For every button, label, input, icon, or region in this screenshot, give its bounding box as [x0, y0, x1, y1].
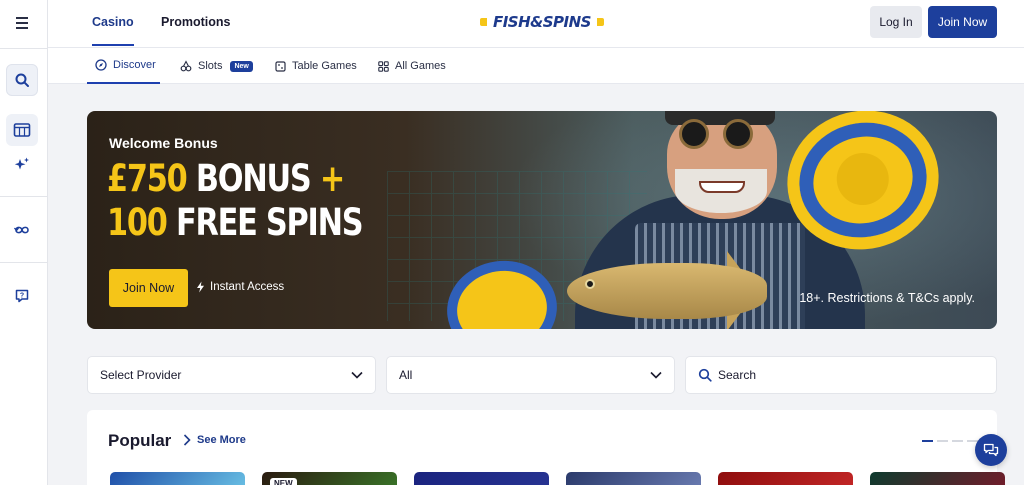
instant-access: Instant Access: [196, 281, 284, 293]
terms-text: 18+. Restrictions & T&Cs apply.: [799, 291, 975, 305]
help-icon: ?: [15, 289, 29, 303]
welcome-bonus-banner[interactable]: Welcome Bonus £750 BONUS + 100 FREE SPIN…: [87, 111, 997, 329]
category-select-value: All: [399, 368, 413, 382]
chevron-down-icon: [351, 371, 363, 379]
sidebar-help-button[interactable]: ?: [6, 280, 38, 312]
carousel-dot[interactable]: [922, 440, 933, 442]
chevron-right-icon: [183, 434, 191, 446]
see-more-link[interactable]: See More: [183, 434, 246, 446]
game-thumbnail[interactable]: [870, 472, 1005, 485]
carousel-dot[interactable]: [952, 440, 963, 442]
subnav-label: All Games: [395, 60, 446, 72]
subnav-label: Discover: [113, 59, 156, 71]
game-thumbnail[interactable]: [566, 472, 701, 485]
banner-headline-line1: £750 BONUS +: [107, 157, 345, 200]
sidebar-recent-button[interactable]: [6, 214, 38, 246]
free-spins-word: FREE SPINS: [175, 201, 364, 244]
chip-emblem: [831, 147, 895, 211]
join-now-button[interactable]: Join Now: [928, 6, 997, 38]
banner-eyebrow: Welcome Bonus: [109, 135, 218, 151]
svg-text:?: ?: [20, 293, 24, 300]
left-sidebar: ?: [0, 0, 48, 485]
login-button[interactable]: Log In: [870, 6, 922, 38]
chat-button[interactable]: [975, 434, 1007, 466]
new-badge: New: [230, 60, 253, 72]
section-title: Popular: [108, 431, 172, 450]
table-icon: [275, 60, 286, 72]
spins-count: 100: [107, 201, 168, 244]
sunglasses-image: [723, 119, 753, 149]
sparkle-icon: [14, 157, 29, 170]
banner-join-now-button[interactable]: Join Now: [109, 269, 188, 307]
fish-eye-image: [585, 279, 595, 289]
lightning-icon: [197, 281, 204, 293]
slot-machine-icon: [13, 123, 31, 137]
new-badge: NEW: [270, 478, 297, 485]
game-search-input[interactable]: Search: [685, 356, 997, 394]
fish-image: [567, 263, 767, 319]
game-thumbnail[interactable]: NEW: [262, 472, 397, 485]
subnav-label: Slots: [198, 60, 223, 72]
subnav-item-discover[interactable]: Discover: [87, 48, 160, 84]
search-icon: [15, 73, 29, 87]
carousel-dot[interactable]: [937, 440, 948, 442]
provider-select[interactable]: Select Provider: [87, 356, 376, 394]
provider-select-value: Select Provider: [100, 368, 182, 382]
subnav-item-slots[interactable]: Slots New: [180, 48, 253, 84]
search-placeholder: Search: [718, 368, 757, 382]
instant-access-label: Instant Access: [210, 281, 285, 293]
compass-icon: [95, 59, 107, 71]
chef-smile-image: [699, 181, 745, 193]
loop-icon: [13, 226, 29, 234]
game-thumbnail[interactable]: [110, 472, 245, 485]
chevron-down-icon: [650, 371, 662, 379]
menu-icon[interactable]: [12, 12, 34, 34]
site-logo[interactable]: FISH&SPINS: [480, 10, 604, 34]
subnav-item-table-games[interactable]: Table Games: [275, 48, 357, 84]
see-more-label: See More: [197, 434, 246, 446]
banner-headline-line2: 100 FREE SPINS: [107, 201, 364, 244]
cherries-icon: [180, 60, 192, 72]
category-nav: Discover Slots New Table Games All Games: [48, 48, 1024, 84]
tab-casino[interactable]: Casino: [92, 0, 134, 46]
divider: [0, 48, 48, 49]
bonus-word: BONUS: [195, 157, 312, 200]
grid-icon: [378, 60, 389, 72]
top-header: Casino Promotions FISH&SPINS Log In Join…: [48, 0, 1024, 48]
chef-cap-image: [665, 111, 775, 125]
sidebar-new-games-button[interactable]: [6, 148, 38, 180]
plus-sign: +: [319, 157, 345, 200]
bonus-amount: £750: [107, 157, 188, 200]
subnav-label: Table Games: [292, 60, 357, 72]
divider: [0, 262, 48, 263]
chat-icon: [983, 443, 999, 457]
sidebar-search-button[interactable]: [6, 64, 38, 96]
sidebar-slots-button[interactable]: [6, 114, 38, 146]
game-thumbnail[interactable]: [718, 472, 853, 485]
category-select[interactable]: All: [386, 356, 675, 394]
subnav-item-all-games[interactable]: All Games: [378, 48, 446, 84]
logo-text: FISH&SPINS: [486, 13, 597, 31]
sunglasses-image: [679, 119, 709, 149]
game-thumbnail[interactable]: [414, 472, 549, 485]
tab-promotions[interactable]: Promotions: [161, 0, 230, 46]
carousel-pagination: [922, 440, 978, 442]
search-icon: [698, 368, 712, 382]
popular-section: Popular See More NEW: [87, 410, 1005, 485]
divider: [0, 196, 48, 197]
